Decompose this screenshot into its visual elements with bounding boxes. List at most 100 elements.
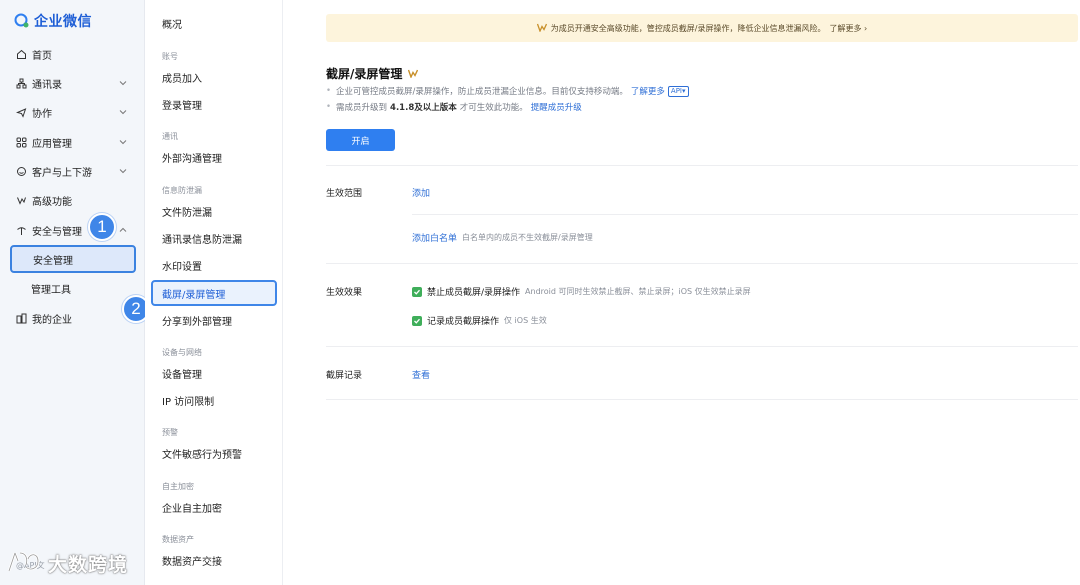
version-requirement: • 需成员升级到 4.1.8及以上版本 才可生效此功能。 提醒成员升级 [326,101,582,113]
sidebar-subitem-admin-tools[interactable]: 管理工具 [10,274,136,302]
send-icon [16,107,27,118]
bullet-dot: • [326,86,332,96]
submenu-item-enterprise-encryption[interactable]: 企业自主加密 [153,494,273,520]
effect-option-record-capture[interactable]: 记录成员截屏操作 仅 iOS 生效 [412,314,547,327]
sidebar-item-security[interactable]: 安全与管理 [0,217,145,243]
sidebar-item-advanced[interactable]: 高级功能 [0,187,145,213]
divider [326,263,1078,264]
effect-option-title: 记录成员截屏操作 [427,317,500,327]
sidebar-item-label: 客户与上下游 [32,167,92,179]
sidebar-item-label: 高级功能 [32,196,72,208]
submenu-item-contacts-leak-prevention[interactable]: 通讯录信息防泄漏 [153,225,273,251]
learn-more-link[interactable]: 了解更多 [631,85,665,97]
checked-checkbox-icon[interactable] [412,286,422,297]
vip-icon [536,23,547,34]
watermark-logo-icon [6,549,44,578]
divider [326,165,1078,166]
sidebar-item-customers[interactable]: 客户与上下游 [0,158,145,184]
records-label: 截屏记录 [326,371,363,381]
sidebar-item-home[interactable]: 首页 [0,41,145,67]
view-records-link[interactable]: 查看 [412,368,430,381]
wecom-logo-icon [14,13,30,29]
submenu-group-title: 自主加密 [162,482,194,491]
submenu-item-screenshot-recording[interactable]: 截屏/录屏管理 [151,280,277,306]
submenu-group-title: 数据资产 [162,535,194,544]
add-scope-link[interactable]: 添加 [412,186,430,199]
submenu-group-title: 信息防泄漏 [162,186,202,195]
feature-description: • 企业可管控成员截屏/录屏操作，防止成员泄漏企业信息。目前仅支持移动端。 了解… [326,85,689,97]
step-badge-1: 1 [88,213,116,241]
scope-add-row: 添加 [412,186,430,199]
chevron-down-icon [119,79,127,87]
submenu-item-external-communication[interactable]: 外部沟通管理 [153,144,273,170]
org-icon [16,78,27,89]
sidebar-item-label: 首页 [32,50,52,62]
shield-icon [16,225,27,236]
submenu-item-member-join[interactable]: 成员加入 [153,64,273,90]
sidebar-item-apps[interactable]: 应用管理 [0,129,145,155]
add-whitelist-link[interactable]: 添加白名单 [412,231,457,244]
sidebar-item-label: 应用管理 [32,138,72,150]
vip-icon [408,67,419,81]
chevron-down-icon [119,108,127,116]
submenu-group-title: 账号 [162,52,178,61]
api-tag-label: API [670,86,682,95]
chevron-down-icon [119,167,127,175]
app-logo-text: 企业微信 [34,14,92,30]
whitelist-row: 添加白名单 白名单内的成员不生效截屏/录屏管理 [412,231,593,244]
bullet-dot: • [326,102,332,112]
submenu-group-title: 通讯 [162,132,178,141]
divider [412,214,1078,215]
submenu-item-login-management[interactable]: 登录管理 [153,91,273,117]
effect-option-hint: Android 可同时生效禁止截屏、禁止录屏；iOS 仅生效禁止录屏 [525,287,751,296]
submenu-group-title: 预警 [162,428,178,437]
sidebar-subitem-label: 管理工具 [31,284,71,296]
left-sidebar: 企业微信 首页 通讯录 协作 应用管理 客户与上下游 高级功能 安全与管理 安全… [0,0,145,585]
watermark: 大数跨境 [6,549,128,578]
api-tag[interactable]: API▾ [667,85,689,97]
submenu-item-data-asset-handover[interactable]: 数据资产交接 [153,547,273,573]
chat-icon [16,166,27,177]
sidebar-subitem-security-management[interactable]: 安全管理 [10,245,136,273]
effect-option-hint: 仅 iOS 生效 [504,316,547,325]
chevron-down-icon [119,138,127,146]
home-icon [16,49,27,60]
submenu-item-external-sharing[interactable]: 分享到外部管理 [153,307,273,333]
banner-text: 为成员开通安全高级功能，管控成员截屏/录屏操作，降低企业信息泄漏风险。 [550,23,826,33]
main-content: 为成员开通安全高级功能，管控成员截屏/录屏操作，降低企业信息泄漏风险。 了解更多… [284,0,1080,585]
submenu-item-ip-restriction[interactable]: IP 访问限制 [153,387,273,413]
records-row: 查看 [412,368,430,381]
sidebar-subitem-label: 安全管理 [33,255,73,267]
enable-button[interactable]: 开启 [326,129,395,151]
upgrade-banner[interactable]: 为成员开通安全高级功能，管控成员截屏/录屏操作，降低企业信息泄漏风险。 了解更多… [326,14,1078,42]
submenu-item-file-leak-prevention[interactable]: 文件防泄漏 [153,198,273,224]
effect-option-title: 禁止成员截屏/录屏操作 [427,288,521,298]
remind-upgrade-link[interactable]: 提醒成员升级 [531,101,582,113]
sidebar-item-label: 通讯录 [32,79,62,91]
banner-learn-more-link[interactable]: 了解更多 › [829,23,867,34]
sidebar-item-contacts[interactable]: 通讯录 [0,70,145,96]
submenu-item-device-management[interactable]: 设备管理 [153,360,273,386]
building-icon [16,313,27,324]
effect-label: 生效效果 [326,288,363,298]
sidebar-item-collab[interactable]: 协作 [0,99,145,125]
sidebar-item-label: 我的企业 [32,314,72,326]
submenu-group-title: 设备与网络 [162,348,202,357]
version-prefix: 需成员升级到 [336,103,388,113]
vip-icon [16,195,27,206]
submenu-item-watermark[interactable]: 水印设置 [153,252,273,278]
submenu-item-file-sensitive-alert[interactable]: 文件敏感行为预警 [153,440,273,466]
version-number: 4.1.8及以上版本 [390,103,457,113]
submenu-item-overview[interactable]: 概况 [153,10,273,36]
checked-checkbox-icon[interactable] [412,315,422,326]
sidebar-item-label: 安全与管理 [32,226,82,238]
chevron-up-icon [119,226,127,234]
effect-option-block-capture[interactable]: 禁止成员截屏/录屏操作 Android 可同时生效禁止截屏、禁止录屏；iOS 仅… [412,285,751,298]
watermark-text: 大数跨境 [48,554,129,576]
divider [326,399,1078,400]
whitelist-hint: 白名单内的成员不生效截屏/录屏管理 [462,233,593,242]
app-logo[interactable]: 企业微信 [14,11,92,31]
description-text: 企业可管控成员截屏/录屏操作，防止成员泄漏企业信息。目前仅支持移动端。 [336,87,628,97]
page-title: 截屏/录屏管理 [326,65,419,82]
page-title-text: 截屏/录屏管理 [326,67,403,81]
